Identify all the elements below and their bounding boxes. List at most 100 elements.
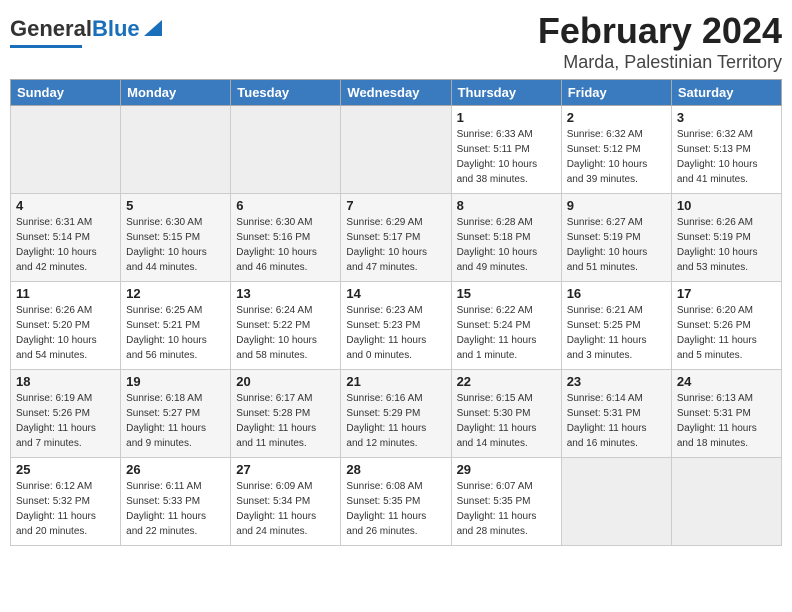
calendar-cell: 9 Sunrise: 6:27 AM Sunset: 5:19 PM Daylig…: [561, 194, 671, 282]
weekday-header-saturday: Saturday: [671, 80, 781, 106]
day-number: 16: [567, 286, 666, 301]
day-info: Sunrise: 6:18 AM Sunset: 5:27 PM Dayligh…: [126, 391, 225, 451]
calendar-cell: 25 Sunrise: 6:12 AM Sunset: 5:32 PM Dayli…: [11, 458, 121, 546]
page-header: General Blue February 2024 Marda, Palest…: [10, 10, 782, 73]
calendar-cell: [561, 458, 671, 546]
calendar-cell: 7Sunrise: 6:29 AM Sunset: 5:17 PM Daylig…: [341, 194, 451, 282]
day-info: Sunrise: 6:15 AM Sunset: 5:30 PM Dayligh…: [457, 391, 556, 451]
calendar-cell: [11, 106, 121, 194]
day-number: 25: [16, 462, 115, 477]
calendar-cell: 29 Sunrise: 6:07 AM Sunset: 5:35 PM Dayli…: [451, 458, 561, 546]
day-info: Sunrise: 6:28 AM Sunset: 5:18 PM Dayligh…: [457, 215, 556, 275]
day-number: 24: [677, 374, 776, 389]
day-info: Sunrise: 6:29 AM Sunset: 5:17 PM Dayligh…: [346, 215, 445, 275]
calendar-cell: 3 Sunrise: 6:32 AM Sunset: 5:13 PM Daylig…: [671, 106, 781, 194]
day-number: 6: [236, 198, 335, 213]
weekday-header-tuesday: Tuesday: [231, 80, 341, 106]
day-info: Sunrise: 6:24 AM Sunset: 5:22 PM Dayligh…: [236, 303, 335, 363]
calendar-cell: 22 Sunrise: 6:15 AM Sunset: 5:30 PM Dayli…: [451, 370, 561, 458]
calendar-cell: [341, 106, 451, 194]
calendar-cell: 28 Sunrise: 6:08 AM Sunset: 5:35 PM Dayli…: [341, 458, 451, 546]
calendar-cell: 24 Sunrise: 6:13 AM Sunset: 5:31 PM Dayli…: [671, 370, 781, 458]
day-info: Sunrise: 6:22 AM Sunset: 5:24 PM Dayligh…: [457, 303, 556, 363]
day-number: 1: [457, 110, 556, 125]
week-row-5: 25 Sunrise: 6:12 AM Sunset: 5:32 PM Dayli…: [11, 458, 782, 546]
logo-arrow-icon: [142, 18, 164, 40]
day-info: Sunrise: 6:14 AM Sunset: 5:31 PM Dayligh…: [567, 391, 666, 451]
day-number: 29: [457, 462, 556, 477]
calendar-cell: 2 Sunrise: 6:32 AM Sunset: 5:12 PM Daylig…: [561, 106, 671, 194]
calendar-cell: 5 Sunrise: 6:30 AM Sunset: 5:15 PM Daylig…: [121, 194, 231, 282]
day-info: Sunrise: 6:30 AM Sunset: 5:16 PM Dayligh…: [236, 215, 335, 275]
day-info: Sunrise: 6:16 AM Sunset: 5:29 PM Dayligh…: [346, 391, 445, 451]
weekday-header-thursday: Thursday: [451, 80, 561, 106]
day-number: 4: [16, 198, 115, 213]
calendar-cell: 23Sunrise: 6:14 AM Sunset: 5:31 PM Dayli…: [561, 370, 671, 458]
day-number: 28: [346, 462, 445, 477]
day-number: 11: [16, 286, 115, 301]
day-number: 18: [16, 374, 115, 389]
calendar-table: SundayMondayTuesdayWednesdayThursdayFrid…: [10, 79, 782, 546]
calendar-cell: 20Sunrise: 6:17 AM Sunset: 5:28 PM Dayli…: [231, 370, 341, 458]
day-number: 10: [677, 198, 776, 213]
day-info: Sunrise: 6:12 AM Sunset: 5:32 PM Dayligh…: [16, 479, 115, 539]
day-number: 22: [457, 374, 556, 389]
day-number: 2: [567, 110, 666, 125]
weekday-header-sunday: Sunday: [11, 80, 121, 106]
day-info: Sunrise: 6:07 AM Sunset: 5:35 PM Dayligh…: [457, 479, 556, 539]
day-number: 14: [346, 286, 445, 301]
calendar-cell: 17 Sunrise: 6:20 AM Sunset: 5:26 PM Dayli…: [671, 282, 781, 370]
day-number: 9: [567, 198, 666, 213]
day-number: 21: [346, 374, 445, 389]
weekday-header-monday: Monday: [121, 80, 231, 106]
day-info: Sunrise: 6:19 AM Sunset: 5:26 PM Dayligh…: [16, 391, 115, 451]
calendar-cell: [231, 106, 341, 194]
calendar-cell: 16Sunrise: 6:21 AM Sunset: 5:25 PM Dayli…: [561, 282, 671, 370]
day-info: Sunrise: 6:27 AM Sunset: 5:19 PM Dayligh…: [567, 215, 666, 275]
weekday-header-wednesday: Wednesday: [341, 80, 451, 106]
calendar-cell: 26Sunrise: 6:11 AM Sunset: 5:33 PM Dayli…: [121, 458, 231, 546]
calendar-cell: 18 Sunrise: 6:19 AM Sunset: 5:26 PM Dayli…: [11, 370, 121, 458]
location-title: Marda, Palestinian Territory: [538, 52, 782, 73]
day-info: Sunrise: 6:08 AM Sunset: 5:35 PM Dayligh…: [346, 479, 445, 539]
day-number: 17: [677, 286, 776, 301]
day-info: Sunrise: 6:11 AM Sunset: 5:33 PM Dayligh…: [126, 479, 225, 539]
calendar-cell: 11 Sunrise: 6:26 AM Sunset: 5:20 PM Dayli…: [11, 282, 121, 370]
calendar-cell: 8 Sunrise: 6:28 AM Sunset: 5:18 PM Daylig…: [451, 194, 561, 282]
day-number: 19: [126, 374, 225, 389]
day-number: 5: [126, 198, 225, 213]
day-info: Sunrise: 6:32 AM Sunset: 5:13 PM Dayligh…: [677, 127, 776, 187]
month-year-title: February 2024: [538, 10, 782, 52]
calendar-cell: 13 Sunrise: 6:24 AM Sunset: 5:22 PM Dayli…: [231, 282, 341, 370]
day-info: Sunrise: 6:33 AM Sunset: 5:11 PM Dayligh…: [457, 127, 556, 187]
day-info: Sunrise: 6:31 AM Sunset: 5:14 PM Dayligh…: [16, 215, 115, 275]
calendar-cell: 19 Sunrise: 6:18 AM Sunset: 5:27 PM Dayli…: [121, 370, 231, 458]
logo-blue: Blue: [92, 16, 140, 42]
day-number: 8: [457, 198, 556, 213]
logo-general: General: [10, 16, 92, 42]
day-number: 13: [236, 286, 335, 301]
day-info: Sunrise: 6:26 AM Sunset: 5:19 PM Dayligh…: [677, 215, 776, 275]
day-info: Sunrise: 6:30 AM Sunset: 5:15 PM Dayligh…: [126, 215, 225, 275]
day-number: 20: [236, 374, 335, 389]
day-number: 15: [457, 286, 556, 301]
calendar-cell: 4 Sunrise: 6:31 AM Sunset: 5:14 PM Daylig…: [11, 194, 121, 282]
day-info: Sunrise: 6:23 AM Sunset: 5:23 PM Dayligh…: [346, 303, 445, 363]
day-info: Sunrise: 6:32 AM Sunset: 5:12 PM Dayligh…: [567, 127, 666, 187]
week-row-2: 4 Sunrise: 6:31 AM Sunset: 5:14 PM Daylig…: [11, 194, 782, 282]
day-number: 3: [677, 110, 776, 125]
calendar-cell: 6 Sunrise: 6:30 AM Sunset: 5:16 PM Daylig…: [231, 194, 341, 282]
calendar-cell: [671, 458, 781, 546]
logo: General Blue: [10, 10, 164, 54]
calendar-cell: 27 Sunrise: 6:09 AM Sunset: 5:34 PM Dayli…: [231, 458, 341, 546]
day-info: Sunrise: 6:20 AM Sunset: 5:26 PM Dayligh…: [677, 303, 776, 363]
day-info: Sunrise: 6:26 AM Sunset: 5:20 PM Dayligh…: [16, 303, 115, 363]
day-number: 27: [236, 462, 335, 477]
day-info: Sunrise: 6:25 AM Sunset: 5:21 PM Dayligh…: [126, 303, 225, 363]
day-info: Sunrise: 6:09 AM Sunset: 5:34 PM Dayligh…: [236, 479, 335, 539]
calendar-cell: 14 Sunrise: 6:23 AM Sunset: 5:23 PM Dayli…: [341, 282, 451, 370]
week-row-1: 1 Sunrise: 6:33 AM Sunset: 5:11 PM Daylig…: [11, 106, 782, 194]
calendar-cell: 21 Sunrise: 6:16 AM Sunset: 5:29 PM Dayli…: [341, 370, 451, 458]
day-info: Sunrise: 6:13 AM Sunset: 5:31 PM Dayligh…: [677, 391, 776, 451]
week-row-4: 18 Sunrise: 6:19 AM Sunset: 5:26 PM Dayli…: [11, 370, 782, 458]
